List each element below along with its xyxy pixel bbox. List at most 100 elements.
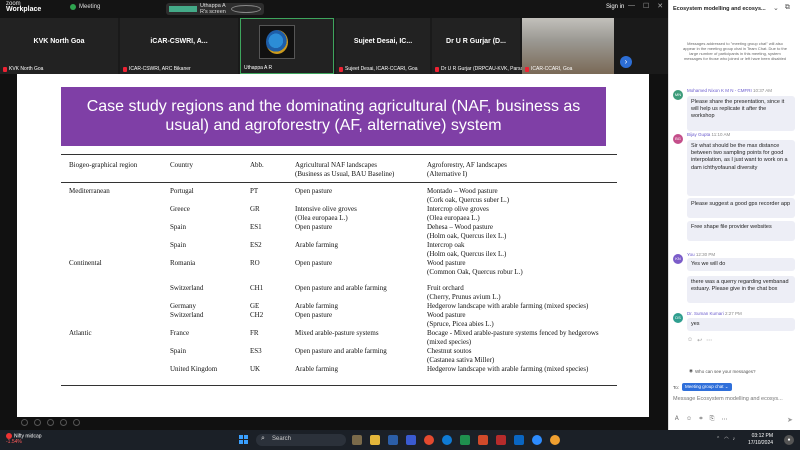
prev-slide-icon[interactable]	[21, 419, 28, 426]
participant-tile[interactable]: iCAR-CSWRI, A... ICAR-CSWRI, ARC Bikaner	[120, 18, 238, 74]
participant-tile[interactable]: Sujeet Desai, IC... Sujeet Desai, ICAR-C…	[336, 18, 430, 74]
windows-start-icon[interactable]	[239, 435, 248, 444]
shared-screen: Case study regions and the dominating ag…	[0, 74, 668, 430]
close-icon[interactable]: ✕	[657, 2, 663, 10]
attach-file-icon[interactable]: ⎘	[710, 416, 715, 423]
reply-icon[interactable]: ↩	[697, 337, 702, 344]
next-page-button[interactable]: ›	[620, 56, 632, 68]
table-cell: (Holm oak, Quercus ilex L.)	[427, 250, 507, 258]
table-cell: (Cork oak, Quercus suber L.)	[427, 196, 510, 204]
chat-message[interactable]: Yes we will do	[687, 258, 795, 272]
participant-tile[interactable]: KVK North Goa KVK North Goa	[0, 18, 118, 74]
table-cell: RO	[250, 259, 260, 267]
chat-message[interactable]: there was a querry regarding vembanad es…	[687, 276, 795, 303]
chat-message[interactable]: yes	[687, 318, 795, 332]
acrobat-icon[interactable]	[496, 435, 506, 445]
excel-icon[interactable]	[460, 435, 470, 445]
table-cell: Bocage - Mixed arable-pasture systems fe…	[427, 329, 599, 337]
chat-message[interactable]: Free shape file provider websites	[687, 221, 795, 241]
maximize-icon[interactable]: ☐	[643, 2, 649, 10]
pen-icon[interactable]	[47, 419, 54, 426]
avatar[interactable]: MN	[673, 90, 683, 100]
participant-tile[interactable]: ICAR-CCARI, Goa	[522, 18, 614, 74]
avatar[interactable]: DS	[673, 313, 683, 323]
signin-link[interactable]: Sign in	[606, 4, 624, 10]
table-cell: Romania	[170, 259, 196, 267]
table-cell: (Holm oak, Quercus ilex L.)	[427, 232, 507, 240]
recipient-dropdown[interactable]: Meeting group chat ⌄	[682, 383, 732, 391]
popout-icon[interactable]: ⧉	[785, 4, 790, 12]
emoji-reaction-icon[interactable]: ☺	[687, 337, 693, 344]
message-input[interactable]	[673, 394, 797, 404]
table-cell: Mixed arable-pasture systems	[295, 329, 379, 337]
notification-icon[interactable]: ●	[784, 435, 794, 445]
participant-display-name: Sujeet Desai, IC...	[353, 38, 413, 45]
table-cell: (Olea europaea L.)	[295, 214, 348, 222]
to-label: To:	[673, 384, 680, 390]
taskbar-search[interactable]: Search	[256, 434, 346, 446]
taskbar-clock[interactable]: 03:12 PM 17/10/2024	[748, 433, 773, 447]
table-cell: Intercrop olive groves	[427, 205, 489, 213]
stock-widget[interactable]: Nifty midcap -1.54%	[6, 433, 42, 445]
table-cell: Wood pasture	[427, 259, 466, 267]
chrome-icon[interactable]	[424, 435, 434, 445]
chevron-down-icon[interactable]: ⌄	[773, 4, 779, 12]
chat-message[interactable]: Please suggest a good gps recorder app	[687, 198, 795, 218]
edge-icon[interactable]	[442, 435, 452, 445]
table-cell: Switzerland	[170, 284, 204, 292]
next-slide-icon[interactable]	[34, 419, 41, 426]
slide-title: Case study regions and the dominating ag…	[61, 87, 606, 146]
table-cell: France	[170, 329, 190, 337]
meeting-info-button[interactable]: Meeting	[70, 4, 100, 10]
participant-caption: KVK North Goa	[3, 66, 43, 72]
window-controls: — ☐ ✕	[628, 2, 663, 10]
powerpoint-icon[interactable]	[478, 435, 488, 445]
table-cell: Open pasture	[295, 259, 333, 267]
system-tray: ⌃ ◠ ♪	[716, 436, 735, 442]
table-cell: Arable farming	[295, 365, 338, 373]
zoom-slide-icon[interactable]	[60, 419, 67, 426]
organization-logo	[259, 25, 295, 59]
wifi-icon[interactable]: ◠	[724, 436, 728, 442]
outlook-icon[interactable]	[514, 435, 524, 445]
chevron-up-icon[interactable]: ⌃	[716, 436, 720, 442]
more-icon[interactable]	[73, 419, 80, 426]
message-sender: Bijay Gupta 11:10 AM	[687, 132, 730, 137]
muted-mic-icon	[123, 66, 127, 72]
emoji-icon[interactable]: ☺	[686, 416, 692, 423]
zoom-window: zoom Workplace Meeting Uthappa A R's scr…	[0, 0, 800, 450]
minimize-icon[interactable]: —	[628, 2, 635, 10]
view-options-pill[interactable]: Uthappa A R's screen	[166, 3, 264, 15]
send-button[interactable]: ➤	[787, 416, 793, 424]
participant-caption: ICAR-CCARI, Goa	[525, 66, 572, 72]
view-options-icon[interactable]	[231, 5, 261, 13]
table-cell: CH1	[250, 284, 264, 292]
muted-mic-icon	[3, 66, 7, 72]
screenshot-icon[interactable]: ⌗	[699, 416, 702, 423]
table-cell: Arable farming	[295, 241, 338, 249]
more-options-icon[interactable]: ⋯	[706, 337, 712, 344]
more-icon[interactable]: ⋯	[721, 416, 727, 423]
header-af: Agroforestry, AF landscapes	[427, 161, 507, 169]
zoom-taskbar-icon[interactable]	[532, 435, 542, 445]
sender-name: Mohamed Nixon K M N - CMFRI	[687, 88, 752, 93]
widgets-icon[interactable]	[352, 435, 362, 445]
table-cell: CH2	[250, 311, 264, 319]
participant-tile[interactable]: Dr U R Gurjar (D... Dr U R Gurjar (DRPCA…	[432, 18, 527, 74]
table-cell: (Cherry, Prunus avium L.)	[427, 293, 501, 301]
chat-message[interactable]: Sir what should be the max distance betw…	[687, 140, 795, 196]
photoshop-icon[interactable]	[388, 435, 398, 445]
chrome-profile-icon[interactable]	[550, 435, 560, 445]
chat-message[interactable]: Please share the presentation, since it …	[687, 96, 795, 131]
who-can-see-link[interactable]: ◉ Who can see your messages?	[689, 368, 755, 374]
avatar[interactable]: BG	[673, 134, 683, 144]
table-cell: Atlantic	[69, 329, 92, 337]
volume-icon[interactable]: ♪	[733, 436, 736, 442]
active-speaker-tile[interactable]: Uthappa A R	[240, 18, 334, 74]
format-icon[interactable]: Ꭺ	[675, 416, 679, 423]
screen-share-label: Uthappa A R's screen	[200, 3, 226, 15]
table-cell: FR	[250, 329, 259, 337]
file-explorer-icon[interactable]	[370, 435, 380, 445]
avatar[interactable]: KN	[673, 254, 683, 264]
word-icon[interactable]	[406, 435, 416, 445]
